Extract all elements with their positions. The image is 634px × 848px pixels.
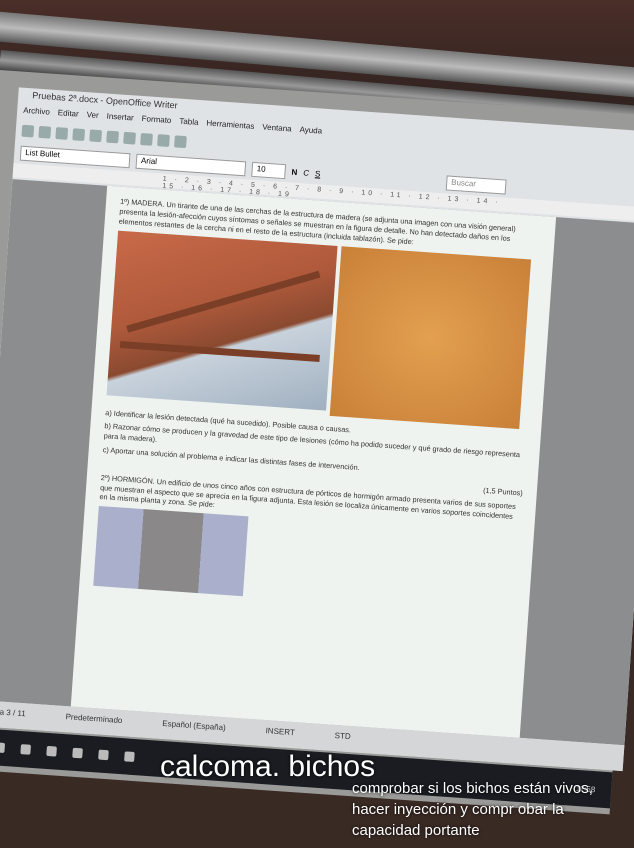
paste-icon[interactable] (140, 132, 153, 146)
table-icon[interactable] (174, 135, 187, 149)
insert-mode: INSERT (265, 726, 296, 738)
italic-button[interactable]: C (303, 168, 309, 177)
copy-icon[interactable] (123, 131, 136, 145)
menu-ver[interactable]: Ver (86, 110, 99, 123)
menu-editar[interactable]: Editar (57, 108, 79, 121)
selection-mode: STD (334, 730, 351, 742)
writer-window: Pruebas 2ª.docx - OpenOffice Writer Arch… (0, 87, 634, 772)
detail-photo (329, 245, 532, 429)
bold-button[interactable]: N (291, 167, 297, 176)
openoffice-icon[interactable] (124, 751, 135, 763)
menu-ventana[interactable]: Ventana (262, 122, 292, 136)
size-select[interactable]: 10 (251, 161, 287, 179)
truss-photo (106, 230, 338, 411)
document-page: 1º) MADERA. Un tirante de una de las cer… (70, 185, 557, 738)
save-icon[interactable] (55, 127, 69, 140)
column-photo (93, 506, 249, 597)
menu-ayuda[interactable]: Ayuda (299, 125, 322, 139)
spellcheck-icon[interactable] (89, 129, 103, 143)
overlay-caption: calcoma. bichos (160, 750, 376, 783)
taskview-icon[interactable] (20, 744, 32, 755)
page-style: Predeterminado (65, 712, 123, 726)
menu-herramientas[interactable]: Herramientas (206, 119, 255, 134)
mail-icon[interactable] (98, 749, 109, 761)
projector-screen: Pruebas 2ª.docx - OpenOffice Writer Arch… (0, 70, 634, 815)
menu-tabla[interactable]: Tabla (179, 117, 199, 130)
open-icon[interactable] (38, 125, 52, 139)
undo-icon[interactable] (157, 134, 170, 147)
document-area: 1º) MADERA. Un tirante de una de las cer… (0, 179, 634, 746)
underline-button[interactable]: S (315, 169, 321, 178)
print-icon[interactable] (72, 128, 86, 142)
menu-formato[interactable]: Formato (141, 114, 171, 128)
page-count: Página 3 / 11 (0, 706, 27, 719)
explorer-icon[interactable] (72, 747, 83, 759)
search-icon[interactable] (0, 742, 6, 753)
edge-icon[interactable] (46, 745, 57, 757)
menu-archivo[interactable]: Archivo (23, 106, 50, 120)
language: Español (España) (161, 718, 227, 733)
cut-icon[interactable] (106, 130, 120, 144)
search-input[interactable]: Buscar (445, 174, 507, 195)
overlay-note: comprobar si los bichos están vivos, hac… (352, 780, 593, 839)
menu-insertar[interactable]: Insertar (106, 112, 134, 126)
new-icon[interactable] (21, 124, 35, 138)
